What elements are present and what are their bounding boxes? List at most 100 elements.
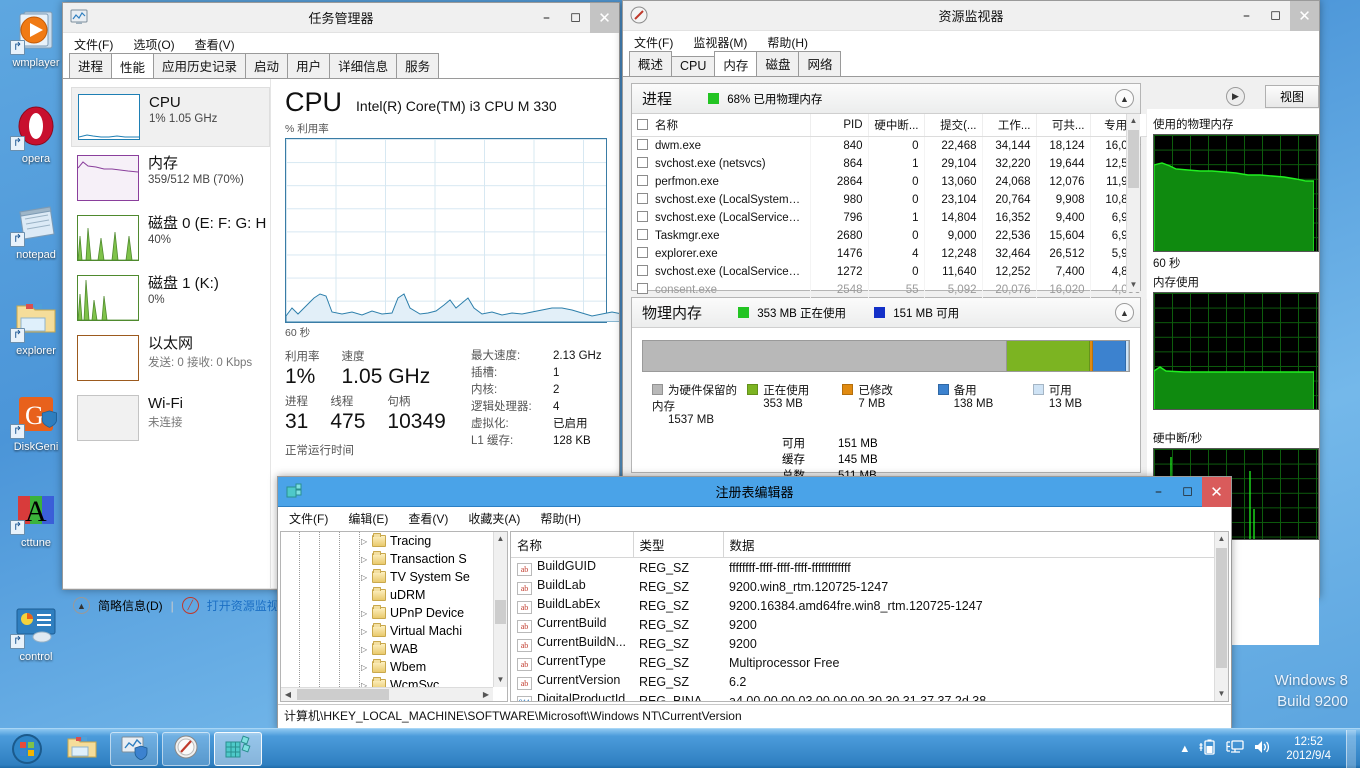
taskbar-clock[interactable]: 12:52 2012/9/4 bbox=[1280, 735, 1337, 763]
physical-memory-panel-header[interactable]: 物理内存 353 MB 正在使用 151 MB 可用 ▲ bbox=[632, 298, 1140, 328]
show-desktop-button[interactable] bbox=[1346, 729, 1356, 768]
values-vertical-scrollbar[interactable]: ▲ ▼ bbox=[1214, 532, 1228, 701]
process-checkbox[interactable] bbox=[637, 265, 648, 276]
select-all-checkbox[interactable] bbox=[637, 119, 648, 130]
battery-icon[interactable] bbox=[1199, 739, 1217, 758]
menu-favorites[interactable]: 收藏夹(A) bbox=[465, 509, 523, 528]
view-button[interactable]: 视图 bbox=[1264, 84, 1319, 108]
processes-panel-header[interactable]: 进程 68% 已用物理内存 ▲ bbox=[632, 84, 1140, 114]
scrollbar-thumb[interactable] bbox=[297, 689, 389, 700]
minimize-button[interactable]: – bbox=[1144, 477, 1173, 507]
registry-tree-node[interactable]: uDRM bbox=[359, 586, 507, 604]
perf-item-memory[interactable]: 内存 359/512 MB (70%) bbox=[71, 149, 270, 207]
tab-performance[interactable]: 性能 bbox=[111, 53, 155, 78]
tab-cpu[interactable]: CPU bbox=[671, 56, 716, 76]
menu-file[interactable]: 文件(F) bbox=[286, 509, 331, 528]
collapse-chevron-icon[interactable]: ▲ bbox=[1115, 303, 1134, 322]
menu-options[interactable]: 选项(O) bbox=[130, 35, 177, 54]
maximize-button[interactable]: ◻ bbox=[1173, 477, 1202, 507]
menu-view[interactable]: 查看(V) bbox=[405, 509, 451, 528]
expand-arrow-icon[interactable]: ▷ bbox=[361, 537, 372, 546]
tab-users[interactable]: 用户 bbox=[287, 53, 331, 78]
maximize-button[interactable]: ◻ bbox=[1261, 1, 1290, 31]
process-row[interactable]: dwm.exe 840 0 22,468 34,144 18,124 16,020 bbox=[632, 136, 1147, 155]
registry-value-row[interactable]: ab CurrentBuild REG_SZ 9200 bbox=[511, 615, 1228, 634]
process-checkbox[interactable] bbox=[637, 211, 648, 222]
fewer-details-button[interactable]: 简略信息(D) bbox=[98, 597, 163, 614]
open-resource-monitor-link[interactable]: 打开资源监视 bbox=[207, 597, 279, 614]
scroll-right-arrow-icon[interactable]: ▶ bbox=[479, 688, 493, 701]
col-value-data[interactable]: 数据 bbox=[723, 532, 1215, 558]
taskbar-registry-editor[interactable] bbox=[214, 731, 262, 766]
col-name[interactable]: 名称 bbox=[632, 114, 811, 137]
registry-value-row[interactable]: ab CurrentBuildN... REG_SZ 9200 bbox=[511, 634, 1228, 653]
expand-arrow-icon[interactable]: ▷ bbox=[361, 645, 372, 654]
process-row[interactable]: svchost.exe (LocalServiceN... 1272 0 11,640… bbox=[632, 262, 1147, 281]
registry-tree-node[interactable]: ▷ TV System Se bbox=[359, 568, 507, 586]
tab-startup[interactable]: 启动 bbox=[245, 53, 289, 78]
process-row[interactable]: svchost.exe (LocalServiceN... 796 1 14,804 1… bbox=[632, 208, 1147, 227]
registry-tree-node[interactable]: ▷ Virtual Machi bbox=[359, 622, 507, 640]
process-row[interactable]: perfmon.exe 2864 0 13,060 24,068 12,076 11,992 bbox=[632, 172, 1147, 191]
tab-network[interactable]: 网络 bbox=[798, 51, 842, 76]
scrollbar-thumb[interactable] bbox=[1216, 548, 1227, 668]
registry-value-row[interactable]: ab CurrentType REG_SZ Multiprocessor Free bbox=[511, 653, 1228, 672]
col-shareable[interactable]: 可共... bbox=[1036, 114, 1091, 137]
scrollbar-thumb[interactable] bbox=[1128, 130, 1139, 188]
minimize-button[interactable]: – bbox=[1232, 1, 1261, 31]
taskbar-resource-monitor[interactable] bbox=[162, 731, 210, 766]
registry-value-row[interactable]: ab BuildLabEx REG_SZ 9200.16384.amd64fre.wi… bbox=[511, 596, 1228, 615]
process-row[interactable]: svchost.exe (netsvcs) 864 1 29,104 32,220 19,… bbox=[632, 154, 1147, 173]
process-checkbox[interactable] bbox=[637, 193, 648, 204]
tab-services[interactable]: 服务 bbox=[396, 53, 440, 78]
menu-help[interactable]: 帮助(H) bbox=[537, 509, 584, 528]
volume-icon[interactable] bbox=[1253, 739, 1271, 758]
col-working-set[interactable]: 工作... bbox=[982, 114, 1037, 137]
tree-vertical-scrollbar[interactable]: ▲ ▼ bbox=[493, 532, 507, 687]
scrollbar-thumb[interactable] bbox=[495, 600, 506, 624]
process-checkbox[interactable] bbox=[637, 157, 648, 168]
start-button[interactable] bbox=[0, 730, 54, 768]
scroll-up-arrow-icon[interactable]: ▲ bbox=[494, 532, 507, 546]
registry-tree-node[interactable]: ▷ Wbem bbox=[359, 658, 507, 676]
registry-tree-node[interactable]: ▷ WAB bbox=[359, 640, 507, 658]
tab-memory[interactable]: 内存 bbox=[714, 51, 758, 76]
process-row[interactable]: Taskmgr.exe268009,00022,53615,6046,932 bbox=[632, 226, 1147, 245]
registry-value-row[interactable]: ab BuildLab REG_SZ 9200.win8_rtm.120725-124… bbox=[511, 577, 1228, 596]
process-checkbox[interactable] bbox=[637, 229, 648, 240]
scroll-left-arrow-icon[interactable]: ◀ bbox=[281, 688, 295, 701]
menu-file[interactable]: 文件(F) bbox=[631, 33, 676, 52]
task-manager-titlebar[interactable]: 任务管理器 – ◻ ✕ bbox=[63, 2, 619, 33]
perf-item-disk0[interactable]: 磁盘 0 (E: F: G: H: 40% bbox=[71, 209, 270, 267]
taskbar-task-manager[interactable] bbox=[110, 731, 158, 766]
menu-help[interactable]: 帮助(H) bbox=[764, 33, 811, 52]
perf-item-disk1[interactable]: 磁盘 1 (K:) 0% bbox=[71, 269, 270, 327]
process-checkbox[interactable] bbox=[637, 139, 648, 151]
expand-arrow-icon[interactable]: ▷ bbox=[361, 555, 372, 564]
processes-scrollbar[interactable]: ▲ ▼ bbox=[1126, 114, 1140, 292]
registry-tree-node[interactable]: ▷ Transaction S bbox=[359, 550, 507, 568]
menu-monitor[interactable]: 监视器(M) bbox=[690, 33, 750, 52]
collapse-chevron-icon[interactable]: ▲ bbox=[1115, 89, 1134, 108]
expand-arrow-icon[interactable]: ▷ bbox=[361, 627, 372, 636]
scroll-down-arrow-icon[interactable]: ▼ bbox=[1215, 687, 1228, 701]
process-checkbox[interactable] bbox=[637, 175, 648, 186]
col-value-name[interactable]: 名称 bbox=[511, 532, 634, 558]
minimize-button[interactable]: – bbox=[532, 3, 561, 33]
process-row[interactable]: svchost.exe (LocalSystemN... 980 0 23,104 20… bbox=[632, 190, 1147, 209]
perf-item-cpu[interactable]: CPU 1% 1.05 GHz bbox=[71, 87, 270, 147]
registry-editor-titlebar[interactable]: 注册表编辑器 – ◻ ✕ bbox=[278, 476, 1231, 507]
close-button[interactable]: ✕ bbox=[1202, 476, 1231, 507]
close-button[interactable]: ✕ bbox=[590, 2, 619, 33]
scroll-up-arrow-icon[interactable]: ▲ bbox=[1215, 532, 1228, 546]
perf-item-ethernet[interactable]: 以太网 发送: 0 接收: 0 Kbps bbox=[71, 329, 270, 387]
col-hard-faults[interactable]: 硬中断... bbox=[868, 114, 925, 137]
menu-file[interactable]: 文件(F) bbox=[71, 35, 116, 54]
registry-tree-node[interactable]: ▷ UPnP Device bbox=[359, 604, 507, 622]
expand-chevron-right-icon[interactable]: ▶ bbox=[1225, 86, 1245, 106]
tab-details[interactable]: 详细信息 bbox=[329, 53, 398, 78]
perf-item-wifi[interactable]: Wi-Fi 未连接 bbox=[71, 389, 270, 447]
registry-values-list[interactable]: 名称 类型 数据 ab BuildGUID REG_SZ ffffffff-ffff-… bbox=[510, 531, 1229, 702]
scroll-up-arrow-icon[interactable]: ▲ bbox=[1127, 114, 1140, 128]
scroll-down-arrow-icon[interactable]: ▼ bbox=[494, 673, 507, 687]
